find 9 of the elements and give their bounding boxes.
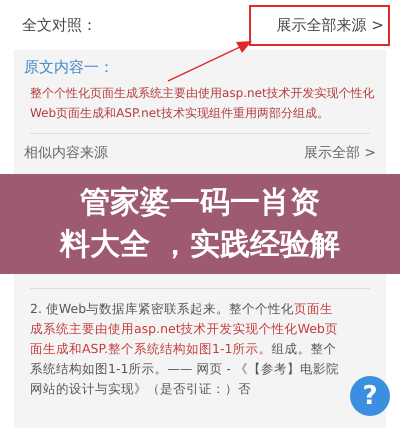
original-text: 整个个性化页面生成系统主要由使用asp.net技术开发实现个性化Web页面生成和ASP.net技术实现组件重用两部分组成。 <box>30 85 376 122</box>
source-item-text: 2. 使Web与数据库紧密联系起来。整个个性化页面生成系统主要由使用asp.net技术开发实现个性化Web页面生成和ASP.整个系统结构如图1-1所示。组成。整个系统结构如图1-1所示。—— 网页 - 《【参考】电影院网站的设计与实现》（是否引证：）否 <box>30 300 340 398</box>
show-all-link[interactable]: 展示全部 > <box>304 144 376 162</box>
similar-heading: 相似内容来源 <box>24 144 108 162</box>
banner-title-line: 料大全 ，实践经验解 <box>60 226 340 264</box>
banner-title-line: 管家婆一码一肖资 <box>80 184 320 222</box>
show-all-sources-link[interactable]: 展示全部来源 > <box>248 4 390 46</box>
original-heading: 原文内容一： <box>24 58 115 77</box>
section-title: 全文对照： <box>22 16 97 34</box>
